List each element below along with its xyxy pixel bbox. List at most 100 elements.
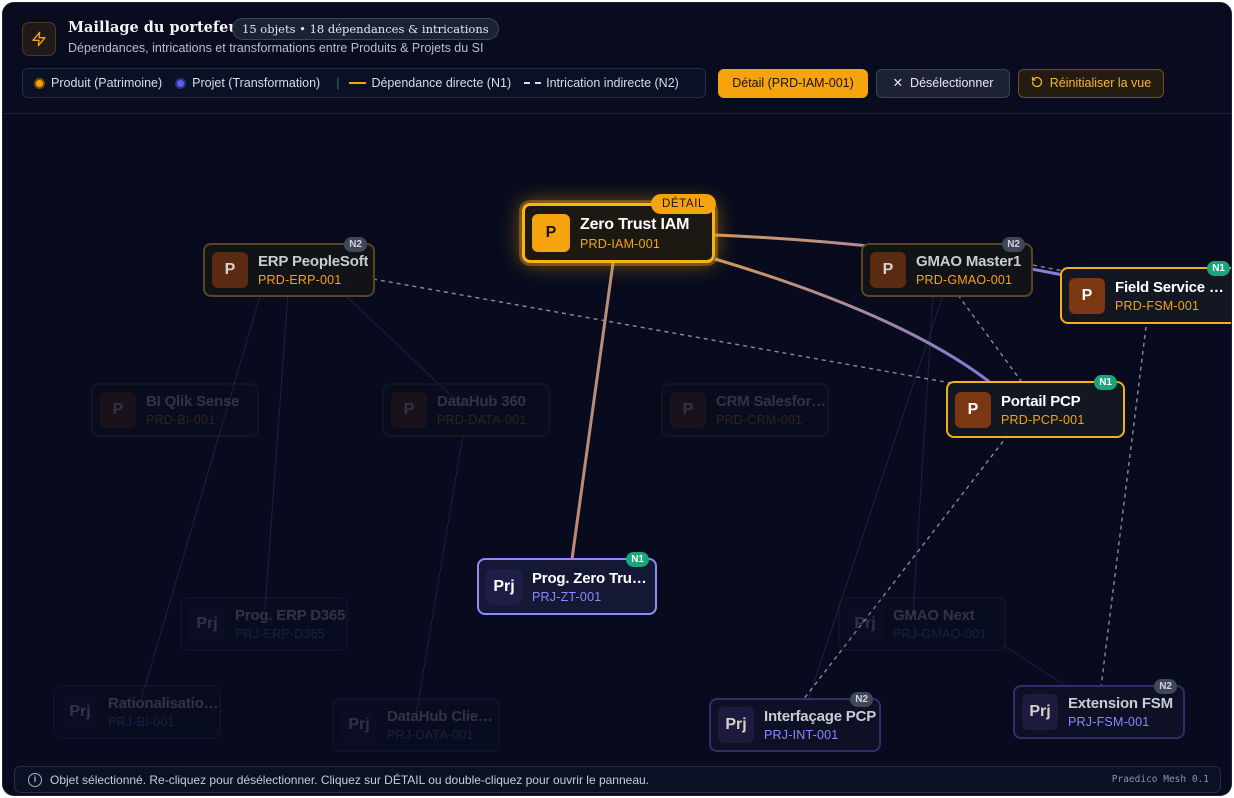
status-message: Objet sélectionné. Re-cliquez pour désél… (50, 772, 650, 787)
node-code: PRJ-BI-001 (108, 715, 175, 729)
node-field-service[interactable]: P Field Service Management PRD-FSM-001 N1 (1060, 261, 1231, 324)
node-name: GMAO Master1 (916, 253, 1022, 270)
node-name: Prog. Zero Trust IAM (532, 569, 654, 587)
avatar: P (955, 391, 991, 428)
level-badge: N1 (1207, 261, 1230, 276)
node-code: PRD-DATA-001 (437, 413, 527, 427)
deselect-label: Désélectionner (910, 76, 994, 90)
detail-button[interactable]: Détail (PRD-IAM-001) (718, 69, 868, 98)
dashed-line-icon (524, 82, 542, 84)
node-interfacage-pcp[interactable]: Prj Interfaçage PCP PRJ-INT-001 N2 (709, 692, 881, 752)
node-name: Prog. ERP D365 (235, 607, 346, 624)
node-datahub-client[interactable]: Prj DataHub Client 360 PRJ-DATA-001 (332, 698, 500, 752)
legend-item-indirect: Intrication indirecte (N2) (524, 76, 679, 90)
lightning-icon (32, 31, 46, 47)
produit-dot-icon (34, 77, 45, 89)
level-badge: N2 (850, 692, 873, 707)
avatar: P (670, 392, 706, 428)
avatar: Prj (189, 606, 225, 642)
node-name: DataHub Client 360 (387, 708, 498, 725)
node-code: PRJ-DATA-001 (387, 728, 474, 742)
graph-canvas[interactable]: P BI Qlik Sense PRD-BI-001 P DataHub 360 P… (3, 115, 1231, 763)
node-erp-peoplesoft[interactable]: P ERP PeopleSoft PRD-ERP-001 N2 (203, 237, 375, 297)
level-badge: N2 (344, 237, 367, 252)
avatar: P (1069, 277, 1105, 314)
node-portail-pcp[interactable]: P Portail PCP PRD-PCP-001 N1 (946, 375, 1125, 438)
solid-line-icon (349, 82, 367, 84)
legend-item-produit: Produit (Patrimoine) (34, 76, 162, 90)
avatar: Prj (341, 707, 377, 743)
logo (22, 22, 56, 56)
node-name: BI Qlik Sense (146, 393, 240, 410)
rotate-ccw-icon (1031, 76, 1042, 88)
avatar: Prj (486, 568, 522, 605)
level-badge: N1 (1094, 375, 1117, 390)
legend: Produit (Patrimoine) Projet (Transformat… (22, 68, 706, 98)
node-code: PRJ-GMAO-001 (893, 627, 987, 641)
legend-item-projet: Projet (Transformation) (175, 76, 320, 90)
node-name: DataHub 360 (437, 393, 526, 410)
count-badge: 15 objets • 18 dépendances & intrication… (232, 18, 499, 40)
node-extension-fsm[interactable]: Prj Extension FSM PRJ-FSM-001 N2 (1013, 679, 1185, 739)
node-code: PRJ-ERP-D365 (235, 627, 325, 641)
deselect-button[interactable]: ✕ Désélectionner (876, 69, 1010, 98)
node-code: PRD-FSM-001 (1115, 298, 1200, 313)
avatar: Prj (62, 694, 98, 730)
reset-label: Réinitialiser la vue (1049, 76, 1152, 90)
level-badge: N1 (626, 552, 649, 567)
node-name: CRM Salesforce (716, 393, 827, 410)
avatar: Prj (1022, 694, 1058, 730)
avatar: P (532, 214, 570, 252)
level-badge: N2 (1002, 237, 1025, 252)
node-code: PRD-GMAO-001 (916, 273, 1013, 287)
status-bar: i Objet sélectionné. Re-cliquez pour dés… (14, 766, 1221, 793)
node-prog-zero-trust[interactable]: Prj Prog. Zero Trust IAM PRJ-ZT-001 N1 (477, 552, 657, 615)
node-prog-erp-d365[interactable]: Prj Prog. ERP D365 PRJ-ERP-D365 (180, 597, 348, 651)
avatar: P (100, 392, 136, 428)
legend-indirect-label: Intrication indirecte (N2) (546, 76, 679, 90)
node-code: PRJ-ZT-001 (532, 589, 602, 604)
page-subtitle: Dépendances, intrications et transformat… (68, 41, 484, 55)
node-code: PRD-ERP-001 (258, 273, 342, 287)
brand-label: Praedico Mesh 0.1 (1111, 774, 1209, 785)
faint-edges (140, 292, 1089, 716)
node-name: GMAO Next (893, 607, 975, 624)
close-icon: ✕ (892, 76, 904, 90)
node-bi-qlik-sense[interactable]: P BI Qlik Sense PRD-BI-001 (91, 383, 259, 437)
projet-dot-icon (175, 77, 187, 89)
node-datahub-360[interactable]: P DataHub 360 PRD-DATA-001 (382, 383, 550, 437)
avatar: P (391, 392, 427, 428)
node-gmao-master[interactable]: P GMAO Master1 PRD-GMAO-001 N2 (861, 237, 1033, 297)
node-name: Field Service Management (1115, 278, 1227, 296)
node-name: Extension FSM (1068, 695, 1173, 712)
legend-separator: | (336, 76, 340, 90)
legend-item-direct: Dépendance directe (N1) (349, 76, 511, 90)
node-crm-salesforce[interactable]: P CRM Salesforce PRD-CRM-001 (661, 383, 829, 437)
avatar: Prj (718, 707, 754, 743)
app-frame: Maillage du portefeuille 15 objets • 18 … (2, 2, 1232, 796)
legend-projet-label: Projet (Transformation) (192, 76, 321, 90)
info-icon: i (28, 772, 42, 787)
reset-view-button[interactable]: Réinitialiser la vue (1018, 69, 1164, 98)
node-code: PRJ-INT-001 (764, 728, 839, 742)
node-code: PRJ-FSM-001 (1068, 715, 1150, 729)
n2-dashed-edges (372, 264, 1147, 701)
avatar: Prj (847, 606, 883, 642)
node-name: Portail PCP (1001, 392, 1081, 410)
node-code: PRD-IAM-001 (580, 236, 660, 251)
node-rationalisation-bi[interactable]: Prj Rationalisation BI PRJ-BI-001 (53, 685, 221, 739)
node-gmao-next[interactable]: Prj GMAO Next PRJ-GMAO-001 (838, 597, 1006, 651)
node-code: PRD-PCP-001 (1001, 412, 1085, 427)
node-code: PRD-BI-001 (146, 413, 216, 427)
detail-badge-button[interactable]: DÉTAIL (650, 194, 716, 214)
node-name: Rationalisation BI (108, 695, 219, 712)
node-name: Interfaçage PCP (764, 708, 877, 725)
node-zero-trust-iam[interactable]: P Zero Trust IAM PRD-IAM-001 DÉTAIL (522, 194, 716, 263)
header: Maillage du portefeuille 15 objets • 18 … (3, 3, 1231, 114)
node-name: ERP PeopleSoft (258, 253, 369, 270)
level-badge: N2 (1154, 679, 1177, 694)
legend-direct-label: Dépendance directe (N1) (371, 76, 512, 90)
node-name: Zero Trust IAM (580, 215, 690, 233)
edge-iam-zt (570, 262, 615, 560)
avatar: P (870, 252, 906, 288)
